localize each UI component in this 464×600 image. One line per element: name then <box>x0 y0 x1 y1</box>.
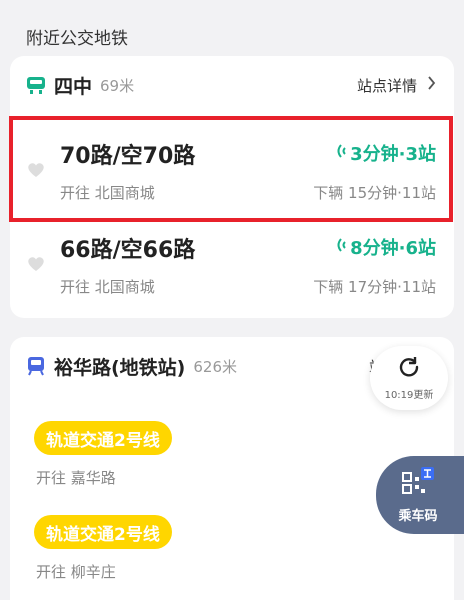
bus-stop-detail-link[interactable]: 站点详情 <box>357 75 436 96</box>
heart-icon[interactable] <box>26 160 46 180</box>
route-name: 66路/空66路 <box>60 238 196 263</box>
metro-line-badge[interactable]: 轨道交通2号线 <box>34 515 172 549</box>
route-eta-text: 8分钟·6站 <box>350 238 436 259</box>
bus-stop-header[interactable]: 四中 69米 站点详情 <box>10 56 454 114</box>
signal-wave-icon <box>334 237 346 258</box>
metro-icon <box>26 356 46 376</box>
ride-code-label: 乘车码 <box>398 508 438 524</box>
route-row[interactable]: 70路/空70路 开往 北国商城 3分钟·3站 下辆 15分钟·11站 <box>10 124 454 216</box>
signal-wave-icon <box>334 143 346 164</box>
metro-line-direction: 开往 嘉华路 <box>36 469 116 487</box>
metro-line-badge[interactable]: 轨道交通2号线 <box>34 421 172 455</box>
route-eta: 8分钟·6站 <box>334 234 436 260</box>
section-title: 附近公交地铁 <box>26 29 128 49</box>
route-eta: 3分钟·3站 <box>334 140 436 166</box>
route-direction: 开往 北国商城 <box>60 184 155 202</box>
refresh-time: 10:19更新 <box>384 389 434 401</box>
refresh-button[interactable]: 10:19更新 <box>370 346 448 410</box>
chevron-right-icon <box>427 76 436 94</box>
refresh-icon <box>398 356 420 382</box>
qr-code-icon <box>401 466 435 501</box>
metro-line-direction: 开往 柳辛庄 <box>36 563 116 581</box>
ride-code-button[interactable]: 乘车码 <box>376 456 464 534</box>
route-name: 70路/空70路 <box>60 144 196 169</box>
metro-stop-distance: 626米 <box>193 357 238 376</box>
bus-stop-name: 四中 <box>54 75 93 98</box>
bus-stop-distance: 69米 <box>100 76 135 95</box>
bus-stop-card: 四中 69米 站点详情 70路/空70路 开往 北国商城 3分钟·3站 下辆 1… <box>10 56 454 318</box>
route-direction: 开往 北国商城 <box>60 278 155 296</box>
route-next-bus: 下辆 15分钟·11站 <box>313 184 436 202</box>
stop-detail-label: 站点详情 <box>356 76 417 95</box>
route-eta-text: 3分钟·3站 <box>350 144 436 165</box>
route-row[interactable]: 66路/空66路 开往 北国商城 8分钟·6站 下辆 17分钟·11站 <box>10 218 454 310</box>
heart-icon[interactable] <box>26 254 46 274</box>
route-next-bus: 下辆 17分钟·11站 <box>313 278 436 296</box>
bus-stop-icon <box>26 75 46 95</box>
metro-stop-name: 裕华路(地铁站) <box>54 356 186 379</box>
